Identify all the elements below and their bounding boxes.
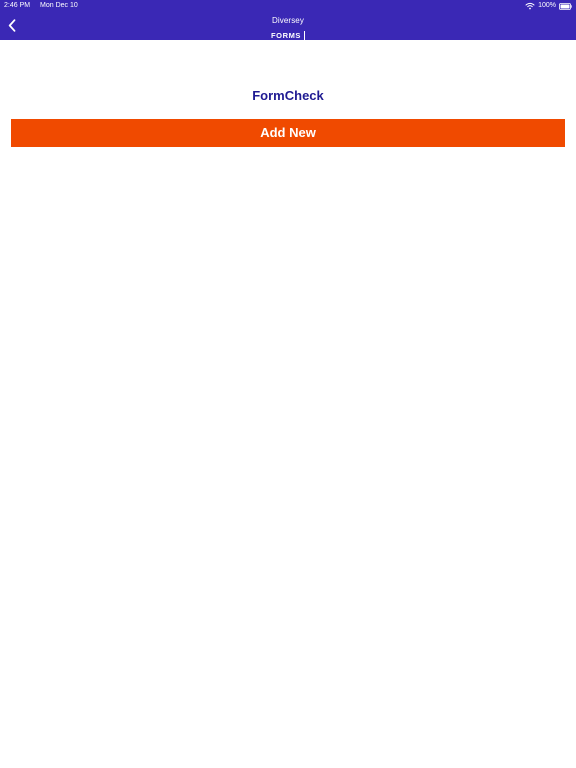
status-time: 2:46 PM — [4, 2, 31, 9]
brand-logo-line-2: FORMS — [270, 31, 306, 41]
brand-logo-line-1: Diversey — [272, 16, 304, 25]
top-bar: 2:46 PM Mon Dec 10 100% Diversey FORMS — [0, 0, 576, 41]
chevron-left-icon — [8, 18, 16, 32]
battery-icon — [559, 2, 572, 10]
back-button[interactable] — [4, 16, 20, 34]
app-screen: 2:46 PM Mon Dec 10 100% Diversey FORMS F… — [0, 0, 576, 768]
status-date: Mon Dec 10 — [40, 2, 78, 9]
status-bar-left: 2:46 PM Mon Dec 10 — [4, 1, 78, 11]
brand-logo: Diversey FORMS — [264, 16, 312, 41]
battery-percentage: 100% — [538, 2, 556, 9]
wifi-icon — [525, 2, 535, 10]
status-bar-right: 100% — [525, 1, 572, 11]
page-title: FormCheck — [252, 88, 324, 103]
add-new-button[interactable]: Add New — [11, 119, 565, 147]
